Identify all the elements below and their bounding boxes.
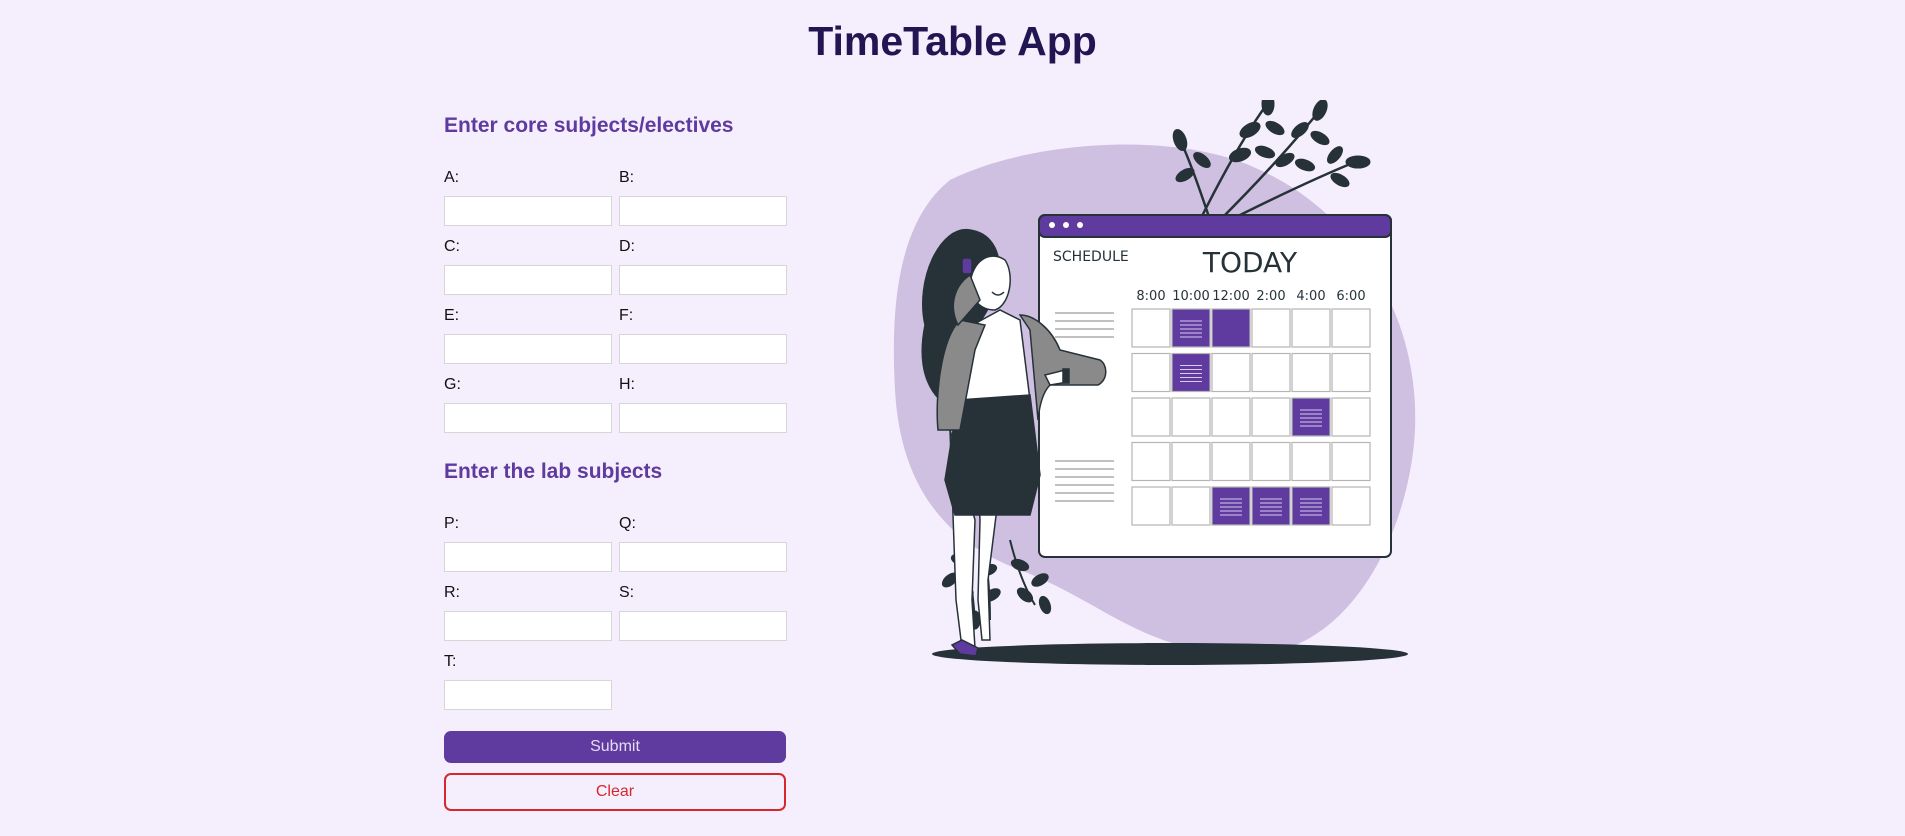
schedule-cell — [1211, 441, 1251, 482]
field-label-h: H: — [619, 376, 635, 393]
schedule-cell-filled — [1211, 486, 1251, 526]
schedule-cell — [1171, 441, 1211, 482]
schedule-cell — [1131, 486, 1171, 526]
time-label: 2:00 — [1256, 289, 1285, 304]
schedule-cell — [1131, 352, 1171, 393]
schedule-cell-filled — [1291, 397, 1331, 437]
subject-h-input[interactable] — [619, 403, 787, 433]
subject-f-input[interactable] — [619, 334, 787, 364]
field-label-r: R: — [444, 584, 460, 601]
window-dot-icon — [1077, 222, 1083, 228]
field-label-p: P: — [444, 515, 460, 532]
schedule-cell — [1171, 397, 1211, 437]
schedule-cell — [1331, 486, 1371, 526]
subject-d-input[interactable] — [619, 265, 787, 295]
schedule-cell — [1331, 352, 1371, 393]
schedule-cell-filled — [1251, 486, 1291, 526]
field-label-e: E: — [444, 307, 460, 324]
submit-button[interactable]: Submit — [444, 731, 786, 763]
ground-shadow — [932, 643, 1408, 665]
field-label-g: G: — [444, 376, 461, 393]
core-subjects-heading: Enter core subjects/electives — [444, 114, 734, 137]
time-label: 4:00 — [1296, 289, 1325, 304]
time-label: 12:00 — [1212, 289, 1249, 304]
schedule-cell — [1171, 486, 1211, 526]
schedule-cell-filled — [1291, 486, 1331, 526]
schedule-illustration: SCHEDULE TODAY 8:00 10:00 12:00 2:00 4:0… — [893, 100, 1416, 665]
field-label-a: A: — [444, 169, 460, 186]
lab-subjects-heading: Enter the lab subjects — [444, 460, 663, 483]
time-label: 6:00 — [1336, 289, 1365, 304]
schedule-cell — [1331, 308, 1371, 348]
time-label: 10:00 — [1172, 289, 1209, 304]
today-label: TODAY — [1202, 246, 1298, 279]
lab-t-input[interactable] — [444, 680, 612, 710]
window-dot-icon — [1063, 222, 1069, 228]
subject-a-input[interactable] — [444, 196, 612, 226]
schedule-cell — [1211, 352, 1251, 393]
schedule-cell-filled — [1171, 308, 1211, 348]
lab-p-input[interactable] — [444, 542, 612, 572]
schedule-cell — [1331, 397, 1371, 437]
lab-r-input[interactable] — [444, 611, 612, 641]
field-label-s: S: — [619, 584, 635, 601]
lab-s-input[interactable] — [619, 611, 787, 641]
clear-button[interactable]: Clear — [444, 773, 786, 811]
field-label-c: C: — [444, 238, 460, 255]
time-label: 8:00 — [1136, 289, 1165, 304]
window-dot-icon — [1049, 222, 1055, 228]
schedule-cell — [1291, 308, 1331, 348]
schedule-board: SCHEDULE TODAY 8:00 10:00 12:00 2:00 4:0… — [1038, 214, 1392, 558]
schedule-cell — [1251, 308, 1291, 348]
schedule-cell — [1131, 441, 1171, 482]
schedule-cell-filled — [1211, 308, 1251, 348]
subject-c-input[interactable] — [444, 265, 612, 295]
schedule-label: SCHEDULE — [1053, 249, 1129, 265]
schedule-cell — [1251, 352, 1291, 393]
field-label-b: B: — [619, 169, 635, 186]
subject-g-input[interactable] — [444, 403, 612, 433]
schedule-cell — [1251, 441, 1291, 482]
field-label-f: F: — [619, 307, 634, 324]
schedule-cell — [1131, 397, 1171, 437]
subject-b-input[interactable] — [619, 196, 787, 226]
schedule-cell — [1291, 352, 1331, 393]
subject-e-input[interactable] — [444, 334, 612, 364]
page-title: TimeTable App — [808, 18, 1097, 64]
schedule-cell — [1251, 397, 1291, 437]
schedule-cell-filled — [1171, 352, 1211, 393]
field-label-d: D: — [619, 238, 635, 255]
lab-q-input[interactable] — [619, 542, 787, 572]
schedule-cell — [1211, 397, 1251, 437]
field-label-q: Q: — [619, 515, 636, 532]
schedule-cell — [1131, 308, 1171, 348]
field-label-t: T: — [444, 653, 457, 670]
schedule-cell — [1291, 441, 1331, 482]
schedule-cell — [1331, 441, 1371, 482]
